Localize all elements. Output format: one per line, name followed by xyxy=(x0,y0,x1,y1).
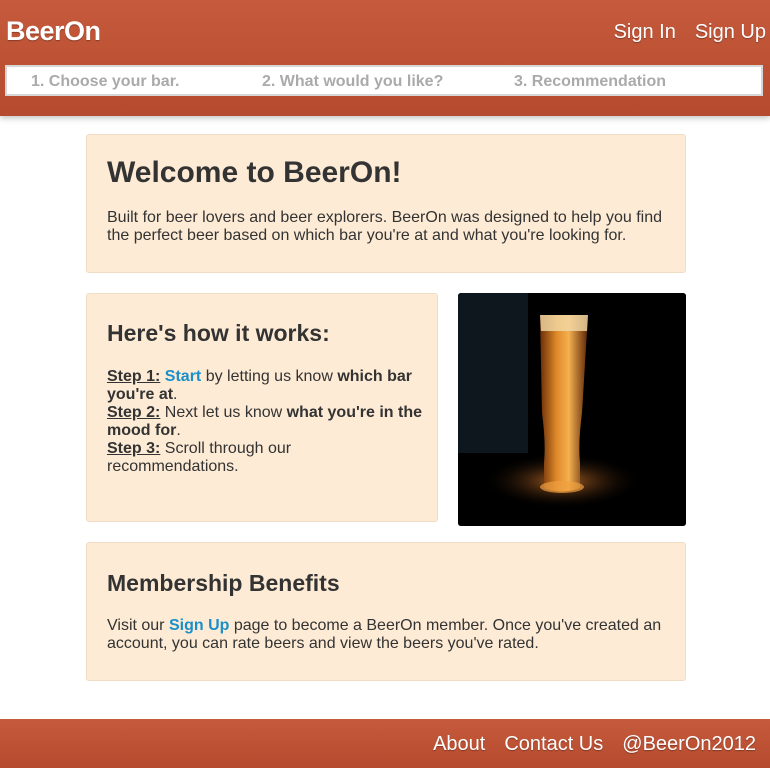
step-2-text-b: . xyxy=(176,422,181,439)
beer-glass-image xyxy=(458,293,686,526)
how-step-2: Step 2: Next let us know what you're in … xyxy=(107,404,427,440)
how-it-works-steps: Step 1: Start by letting us know which b… xyxy=(107,368,427,476)
auth-links: Sign In Sign Up xyxy=(614,21,766,44)
progress-steps-bar: 1. Choose your bar. 2. What would you li… xyxy=(5,65,763,96)
about-link[interactable]: About xyxy=(433,733,485,756)
how-step-3: Step 3: Scroll through our recommendatio… xyxy=(107,440,427,476)
step-recommendation[interactable]: 3. Recommendation xyxy=(514,73,666,91)
brand-logo[interactable]: BeerOn xyxy=(6,16,101,47)
membership-text-a: Visit our xyxy=(107,617,169,634)
membership-card: Membership Benefits Visit our Sign Up pa… xyxy=(86,542,686,681)
sign-in-link[interactable]: Sign In xyxy=(614,21,676,44)
step-1-label: Step 1: xyxy=(107,368,161,385)
footer: About Contact Us @BeerOn2012 xyxy=(0,719,770,768)
welcome-text: Built for beer lovers and beer explorers… xyxy=(107,209,662,244)
top-header: BeerOn Sign In Sign Up 1. Choose your ba… xyxy=(0,0,770,116)
how-it-works-title: Here's how it works: xyxy=(107,320,330,346)
sign-up-link[interactable]: Sign Up xyxy=(695,21,766,44)
step-choose-bar[interactable]: 1. Choose your bar. xyxy=(31,73,179,91)
sign-up-inline-link[interactable]: Sign Up xyxy=(169,617,229,634)
footer-links: About Contact Us @BeerOn2012 xyxy=(433,733,756,756)
welcome-card: Welcome to BeerOn! Built for beer lovers… xyxy=(86,134,686,273)
step-what-would-you-like[interactable]: 2. What would you like? xyxy=(262,73,443,91)
how-it-works-card: Here's how it works: Step 1: Start by le… xyxy=(86,293,438,522)
membership-title: Membership Benefits xyxy=(107,570,340,596)
step-2-text-a: Next let us know xyxy=(160,404,287,421)
how-step-1: Step 1: Start by letting us know which b… xyxy=(107,368,427,404)
beer-glass-icon xyxy=(458,293,686,526)
welcome-title: Welcome to BeerOn! xyxy=(107,156,402,189)
contact-us-link[interactable]: Contact Us xyxy=(504,733,603,756)
start-link[interactable]: Start xyxy=(165,368,201,385)
step-1-text-b: . xyxy=(173,386,178,403)
step-2-label: Step 2: xyxy=(107,404,161,421)
membership-text: Visit our Sign Up page to become a BeerO… xyxy=(107,617,672,653)
step-3-label: Step 3: xyxy=(107,440,161,457)
twitter-link[interactable]: @BeerOn2012 xyxy=(622,733,756,756)
step-1-text-a: by letting us know xyxy=(201,368,338,385)
